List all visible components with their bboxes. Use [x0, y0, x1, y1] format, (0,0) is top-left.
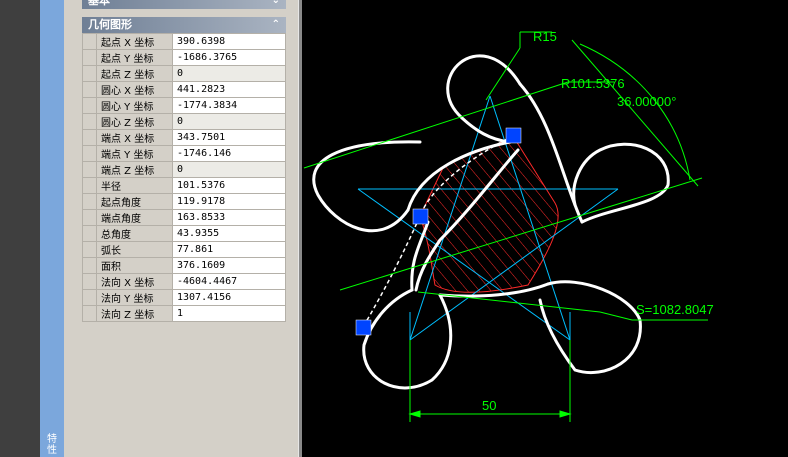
section-basic-header[interactable]: 基本 ⌄ [82, 0, 286, 9]
grip-end-point[interactable] [355, 319, 372, 336]
property-grid: 起点 X 坐标 390.6398 起点 Y 坐标 -1686.3765 起点 Z 坐标 0… [82, 33, 286, 322]
property-value[interactable]: 1 [172, 305, 286, 322]
property-row[interactable]: 半径 101.5376 [82, 177, 286, 194]
row-gutter [82, 145, 97, 162]
property-name: 端点角度 [96, 209, 173, 226]
property-row[interactable]: 法向 Z 坐标 1 [82, 305, 286, 322]
property-row[interactable]: 圆心 X 坐标 441.2823 [82, 81, 286, 98]
property-name: 面积 [96, 257, 173, 274]
property-name: 起点 Y 坐标 [96, 49, 173, 66]
property-row[interactable]: 端点角度 163.8533 [82, 209, 286, 226]
property-value[interactable]: 441.2823 [172, 81, 286, 98]
property-row[interactable]: 起点 X 坐标 390.6398 [82, 33, 286, 50]
dim-width[interactable]: 50 [482, 398, 496, 413]
row-gutter [82, 289, 97, 306]
dim-angle[interactable]: 36.00000° [617, 94, 676, 109]
chevron-down-icon[interactable]: ⌄ [272, 0, 280, 9]
property-value[interactable]: 163.8533 [172, 209, 286, 226]
property-name: 端点 Z 坐标 [96, 161, 173, 178]
row-gutter [82, 161, 97, 178]
property-value[interactable]: -1774.3834 [172, 97, 286, 114]
property-value[interactable]: -1686.3765 [172, 49, 286, 66]
row-gutter [82, 129, 97, 146]
property-value[interactable]: 0 [172, 65, 286, 82]
property-name: 弧长 [96, 241, 173, 258]
property-value[interactable]: 343.7501 [172, 129, 286, 146]
row-gutter [82, 209, 97, 226]
property-row[interactable]: 起点角度 119.9178 [82, 193, 286, 210]
property-value[interactable]: 376.1609 [172, 257, 286, 274]
row-gutter [82, 177, 97, 194]
property-name: 圆心 X 坐标 [96, 81, 173, 98]
property-row[interactable]: 总角度 43.9355 [82, 225, 286, 242]
row-gutter [82, 49, 97, 66]
row-gutter [82, 113, 97, 130]
property-value[interactable]: 101.5376 [172, 177, 286, 194]
dim-radius-small[interactable]: R15 [533, 29, 557, 44]
property-name: 法向 X 坐标 [96, 273, 173, 290]
row-gutter [82, 193, 97, 210]
property-value[interactable]: 390.6398 [172, 33, 286, 50]
property-name: 起点角度 [96, 193, 173, 210]
property-row[interactable]: 弧长 77.861 [82, 241, 286, 258]
property-value[interactable]: -4604.4467 [172, 273, 286, 290]
row-gutter [82, 225, 97, 242]
property-row[interactable]: 圆心 Z 坐标 0 [82, 113, 286, 130]
property-row[interactable]: 圆心 Y 坐标 -1774.3834 [82, 97, 286, 114]
property-name: 起点 X 坐标 [96, 33, 173, 50]
section-geometry-title: 几何图形 [88, 18, 132, 31]
property-value[interactable]: 0 [172, 113, 286, 130]
property-row[interactable]: 法向 X 坐标 -4604.4467 [82, 273, 286, 290]
section-basic-title: 基本 [88, 0, 110, 7]
property-name: 半径 [96, 177, 173, 194]
palette-title-label: 特性 [47, 434, 57, 456]
grip-start-point[interactable] [505, 127, 522, 144]
property-row[interactable]: 起点 Y 坐标 -1686.3765 [82, 49, 286, 66]
row-gutter [82, 81, 97, 98]
property-row[interactable]: 法向 Y 坐标 1307.4156 [82, 289, 286, 306]
section-geometry-header[interactable]: 几何图形 ⌃ [82, 17, 286, 33]
row-gutter [82, 273, 97, 290]
property-value[interactable]: 1307.4156 [172, 289, 286, 306]
property-name: 法向 Y 坐标 [96, 289, 173, 306]
row-gutter [82, 65, 97, 82]
palette-edge [0, 0, 40, 457]
property-name: 端点 Y 坐标 [96, 145, 173, 162]
property-name: 圆心 Z 坐标 [96, 113, 173, 130]
property-name: 端点 X 坐标 [96, 129, 173, 146]
property-row[interactable]: 起点 Z 坐标 0 [82, 65, 286, 82]
row-gutter [82, 97, 97, 114]
property-value[interactable]: -1746.146 [172, 145, 286, 162]
property-name: 法向 Z 坐标 [96, 305, 173, 322]
property-row[interactable]: 面积 376.1609 [82, 257, 286, 274]
dim-radius-large[interactable]: R101.5376 [561, 76, 625, 91]
row-gutter [82, 33, 97, 50]
chevron-up-icon[interactable]: ⌃ [272, 17, 280, 33]
palette-title-bar[interactable] [40, 0, 64, 457]
row-gutter [82, 305, 97, 322]
property-name: 起点 Z 坐标 [96, 65, 173, 82]
property-row[interactable]: 端点 Z 坐标 0 [82, 161, 286, 178]
property-value[interactable]: 77.861 [172, 241, 286, 258]
property-name: 总角度 [96, 225, 173, 242]
cad-drawing: R15 R101.5376 36.00000° S=1082.8047 50 [302, 0, 788, 457]
property-row[interactable]: 端点 X 坐标 343.7501 [82, 129, 286, 146]
dim-area[interactable]: S=1082.8047 [636, 302, 714, 317]
row-gutter [82, 241, 97, 258]
drawing-canvas[interactable]: R15 R101.5376 36.00000° S=1082.8047 50 [302, 0, 788, 457]
property-value[interactable]: 119.9178 [172, 193, 286, 210]
grip-mid-point[interactable] [412, 208, 429, 225]
property-value[interactable]: 0 [172, 161, 286, 178]
row-gutter [82, 257, 97, 274]
property-value[interactable]: 43.9355 [172, 225, 286, 242]
properties-palette: 特性 基本 ⌄ 几何图形 ⌃ 起点 X 坐标 390.6398 起点 Y 坐标 -16… [0, 0, 302, 457]
property-name: 圆心 Y 坐标 [96, 97, 173, 114]
property-row[interactable]: 端点 Y 坐标 -1746.146 [82, 145, 286, 162]
